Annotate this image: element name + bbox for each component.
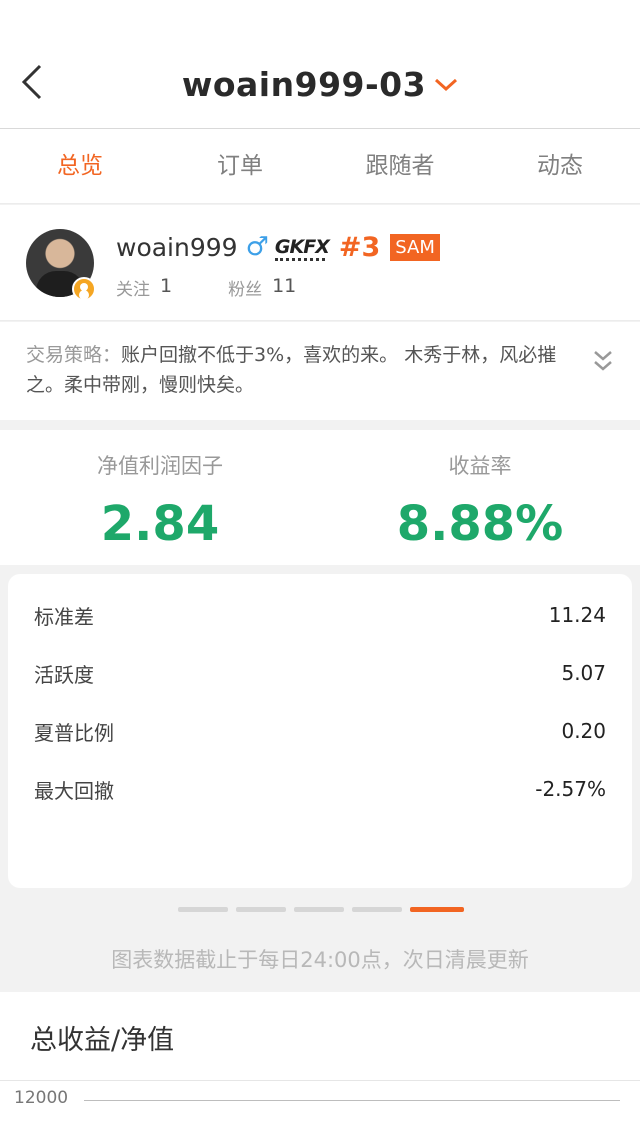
return-rate-block: 收益率 8.88% — [320, 430, 640, 565]
follow-stats: 关注 1 粉丝 11 — [116, 275, 296, 300]
activity-label: 活跃度 — [34, 662, 94, 687]
return-rate-value: 8.88% — [396, 496, 564, 552]
sharpe-label: 夏普比例 — [34, 720, 114, 745]
rank-label: #3 — [338, 231, 381, 263]
page-title[interactable]: woain999-03 — [182, 65, 426, 104]
username: woain999 — [116, 232, 238, 262]
metric-row: 夏普比例 0.20 — [34, 702, 606, 760]
page-dot[interactable] — [236, 907, 286, 912]
male-icon: ♂ — [245, 232, 269, 262]
user-badge-icon — [72, 277, 96, 301]
performance-summary: 净值利润因子 2.84 收益率 8.88% — [0, 430, 640, 565]
tab-overview[interactable]: 总览 — [0, 129, 160, 203]
following-label[interactable]: 关注 — [116, 275, 150, 300]
return-rate-label: 收益率 — [448, 454, 512, 478]
y-axis-tick-label: 12000 — [14, 1088, 69, 1108]
following-count[interactable]: 1 — [160, 275, 172, 300]
strategy-section: 交易策略：账户回撤不低于3%，喜欢的来。 木秀于林，风必摧之。柔中带刚，慢则快矣… — [0, 322, 640, 420]
max-drawdown-label: 最大回撤 — [34, 778, 114, 803]
profit-factor-label: 净值利润因子 — [97, 454, 223, 478]
stats-spacer — [172, 275, 228, 300]
data-update-note: 图表数据截止于每日24:00点，次日清晨更新 — [111, 948, 529, 972]
page-indicator — [178, 907, 464, 912]
page-dot[interactable] — [294, 907, 344, 912]
strategy-text: 交易策略：账户回撤不低于3%，喜欢的来。 木秀于林，风必摧之。柔中带刚，慢则快矣… — [26, 340, 566, 400]
page-dot-active[interactable] — [410, 907, 464, 912]
metric-row: 最大回撤 -2.57% — [34, 760, 606, 818]
nav-bar: woain999-03 — [0, 0, 640, 129]
activity-value: 5.07 — [561, 661, 606, 685]
equity-chart-card: 总收益/净值 12000 — [0, 992, 640, 1136]
std-dev-value: 11.24 — [548, 603, 606, 627]
page-dot[interactable] — [352, 907, 402, 912]
page-dot[interactable] — [178, 907, 228, 912]
metrics-card[interactable]: 标准差 11.24 活跃度 5.07 夏普比例 0.20 最大回撤 -2.57% — [8, 574, 632, 888]
account-switcher[interactable]: woain999-03 — [0, 62, 640, 106]
chevron-down-icon[interactable] — [434, 78, 458, 92]
double-chevron-down-icon[interactable] — [592, 348, 614, 374]
profile-header: woain999 ♂ GKFX #3 SAM 关注 1 粉丝 11 — [0, 205, 640, 321]
strategy-label: 交易策略： — [26, 344, 122, 366]
profit-factor-value: 2.84 — [100, 496, 220, 552]
followers-count[interactable]: 11 — [272, 275, 296, 300]
chart-title: 总收益/净值 — [30, 1025, 175, 1056]
divider — [0, 1080, 640, 1081]
sam-badge: SAM — [390, 233, 440, 261]
tab-orders[interactable]: 订单 — [160, 129, 320, 203]
metric-row: 标准差 11.24 — [34, 586, 606, 644]
username-row: woain999 ♂ GKFX #3 SAM — [116, 227, 440, 267]
followers-label[interactable]: 粉丝 — [228, 275, 262, 300]
tab-activity[interactable]: 动态 — [480, 129, 640, 203]
profit-factor-block: 净值利润因子 2.84 — [0, 430, 320, 565]
sharpe-value: 0.20 — [561, 719, 606, 743]
gridline — [84, 1100, 620, 1101]
tab-bar: 总览 订单 跟随者 动态 — [0, 129, 640, 204]
tab-followers[interactable]: 跟随者 — [320, 129, 480, 203]
broker-logo: GKFX — [274, 236, 330, 261]
std-dev-label: 标准差 — [34, 604, 94, 629]
metric-row: 活跃度 5.07 — [34, 644, 606, 702]
max-drawdown-value: -2.57% — [535, 777, 606, 801]
